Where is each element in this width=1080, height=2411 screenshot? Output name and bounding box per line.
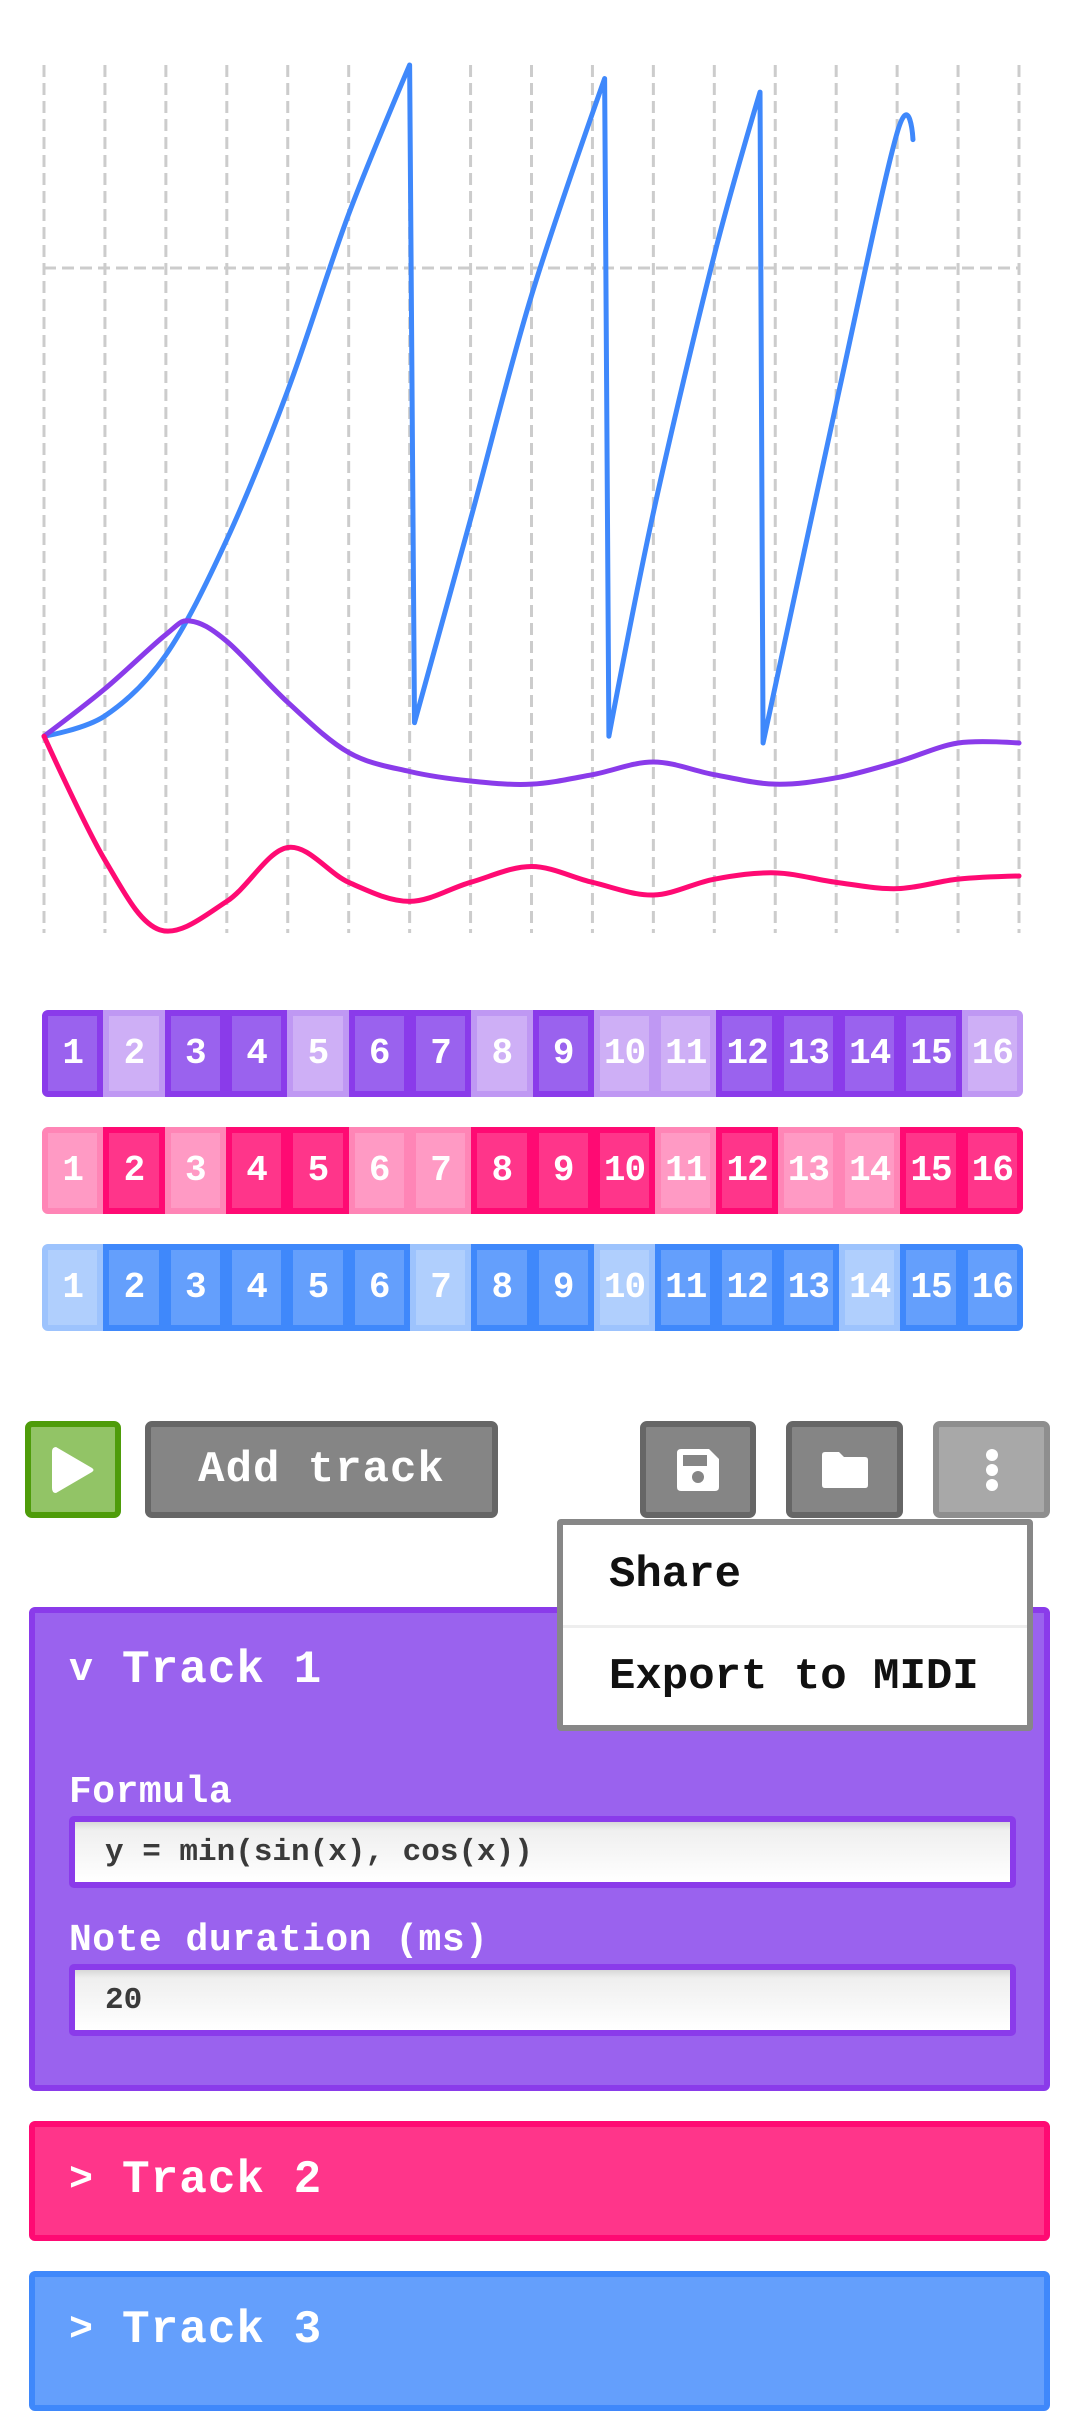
step-10-off[interactable]: 10 bbox=[593, 1010, 656, 1097]
step-15-on[interactable]: 15 bbox=[900, 1244, 962, 1331]
expand-chevron-icon: > bbox=[69, 2157, 95, 2203]
play-button[interactable] bbox=[25, 1421, 121, 1518]
step-14-off[interactable]: 14 bbox=[839, 1127, 901, 1214]
menu-item-share[interactable]: Share bbox=[563, 1525, 1027, 1625]
step-16-on[interactable]: 16 bbox=[961, 1244, 1023, 1331]
step-8-on[interactable]: 8 bbox=[471, 1244, 533, 1331]
step-1-off[interactable]: 1 bbox=[42, 1127, 104, 1214]
formula-label: Formula bbox=[69, 1771, 233, 1814]
step-16-off[interactable]: 16 bbox=[961, 1010, 1023, 1097]
track-3-header[interactable]: > Track 3 bbox=[69, 2295, 322, 2365]
step-5-on[interactable]: 5 bbox=[287, 1244, 349, 1331]
step-3-on[interactable]: 3 bbox=[164, 1010, 226, 1097]
step-4-on[interactable]: 4 bbox=[225, 1127, 288, 1214]
step-6-on[interactable]: 6 bbox=[348, 1010, 410, 1097]
step-sequencer-track-2: 1 2 3 4 5 6 7 8 9 10 11 12 13 14 15 16 bbox=[42, 1127, 1023, 1214]
waveform-graph bbox=[41, 62, 1022, 934]
track-2-header[interactable]: > Track 2 bbox=[69, 2145, 322, 2215]
step-13-on[interactable]: 13 bbox=[777, 1244, 840, 1331]
step-2-on[interactable]: 2 bbox=[103, 1127, 165, 1214]
step-14-on[interactable]: 14 bbox=[839, 1010, 901, 1097]
step-15-on[interactable]: 15 bbox=[900, 1127, 962, 1214]
series-line-track-3 bbox=[41, 62, 916, 746]
track-1-header[interactable]: v Track 1 bbox=[69, 1635, 322, 1705]
track-panel-3: > Track 3 bbox=[29, 2271, 1050, 2411]
floppy-disk-icon bbox=[677, 1448, 719, 1491]
note-duration-label: Note duration (ms) bbox=[69, 1919, 489, 1962]
step-7-off[interactable]: 7 bbox=[409, 1127, 472, 1214]
step-6-on[interactable]: 6 bbox=[348, 1244, 410, 1331]
step-16-on[interactable]: 16 bbox=[961, 1127, 1023, 1214]
play-icon bbox=[52, 1446, 94, 1493]
step-11-off[interactable]: 11 bbox=[655, 1010, 717, 1097]
step-13-on[interactable]: 13 bbox=[777, 1010, 840, 1097]
step-10-off[interactable]: 10 bbox=[593, 1244, 656, 1331]
add-track-button[interactable]: Add track bbox=[145, 1421, 498, 1518]
step-6-off[interactable]: 6 bbox=[348, 1127, 410, 1214]
step-1-on[interactable]: 1 bbox=[42, 1010, 104, 1097]
add-track-label: Add track bbox=[198, 1444, 445, 1495]
open-folder-button[interactable] bbox=[786, 1421, 903, 1518]
save-button[interactable] bbox=[640, 1421, 756, 1518]
menu-item-export-midi[interactable]: Export to MIDI bbox=[563, 1625, 1027, 1725]
step-7-off[interactable]: 7 bbox=[409, 1244, 472, 1331]
step-4-on[interactable]: 4 bbox=[225, 1244, 288, 1331]
step-9-on[interactable]: 9 bbox=[532, 1127, 594, 1214]
step-3-on[interactable]: 3 bbox=[164, 1244, 226, 1331]
track-1-title: Track 1 bbox=[122, 1644, 323, 1696]
step-sequencer-track-1: 1 2 3 4 5 6 7 8 9 10 11 12 13 14 15 16 bbox=[42, 1010, 1023, 1097]
step-14-off[interactable]: 14 bbox=[839, 1244, 901, 1331]
step-9-on[interactable]: 9 bbox=[532, 1010, 594, 1097]
more-options-button[interactable] bbox=[933, 1421, 1050, 1518]
options-menu: Share Export to MIDI bbox=[557, 1519, 1033, 1731]
track-panel-2: > Track 2 bbox=[29, 2121, 1050, 2241]
expand-chevron-icon: > bbox=[69, 2307, 95, 2353]
collapse-chevron-icon: v bbox=[69, 1647, 95, 1693]
step-12-on[interactable]: 12 bbox=[716, 1127, 778, 1214]
step-7-on[interactable]: 7 bbox=[409, 1010, 472, 1097]
step-15-on[interactable]: 15 bbox=[900, 1010, 962, 1097]
formula-input[interactable]: y = min(sin(x), cos(x)) bbox=[69, 1816, 1016, 1888]
step-12-on[interactable]: 12 bbox=[716, 1244, 778, 1331]
step-5-on[interactable]: 5 bbox=[287, 1127, 349, 1214]
step-1-off[interactable]: 1 bbox=[42, 1244, 104, 1331]
step-8-off[interactable]: 8 bbox=[471, 1010, 533, 1097]
step-9-on[interactable]: 9 bbox=[532, 1244, 594, 1331]
step-11-off[interactable]: 11 bbox=[655, 1127, 717, 1214]
track-2-title: Track 2 bbox=[122, 2154, 323, 2206]
step-13-off[interactable]: 13 bbox=[777, 1127, 840, 1214]
note-duration-input[interactable]: 20 bbox=[69, 1964, 1016, 2036]
step-2-on[interactable]: 2 bbox=[103, 1244, 165, 1331]
step-4-on[interactable]: 4 bbox=[225, 1010, 288, 1097]
track-3-title: Track 3 bbox=[122, 2304, 323, 2356]
vertical-ellipsis-icon bbox=[985, 1448, 998, 1491]
step-8-on[interactable]: 8 bbox=[471, 1127, 533, 1214]
step-10-on[interactable]: 10 bbox=[593, 1127, 656, 1214]
step-2-off[interactable]: 2 bbox=[103, 1010, 165, 1097]
step-3-off[interactable]: 3 bbox=[164, 1127, 226, 1214]
step-12-on[interactable]: 12 bbox=[716, 1010, 778, 1097]
step-sequencer-track-3: 1 2 3 4 5 6 7 8 9 10 11 12 13 14 15 16 bbox=[42, 1244, 1023, 1331]
step-5-off[interactable]: 5 bbox=[287, 1010, 349, 1097]
step-11-on[interactable]: 11 bbox=[655, 1244, 717, 1331]
folder-icon bbox=[821, 1451, 868, 1488]
